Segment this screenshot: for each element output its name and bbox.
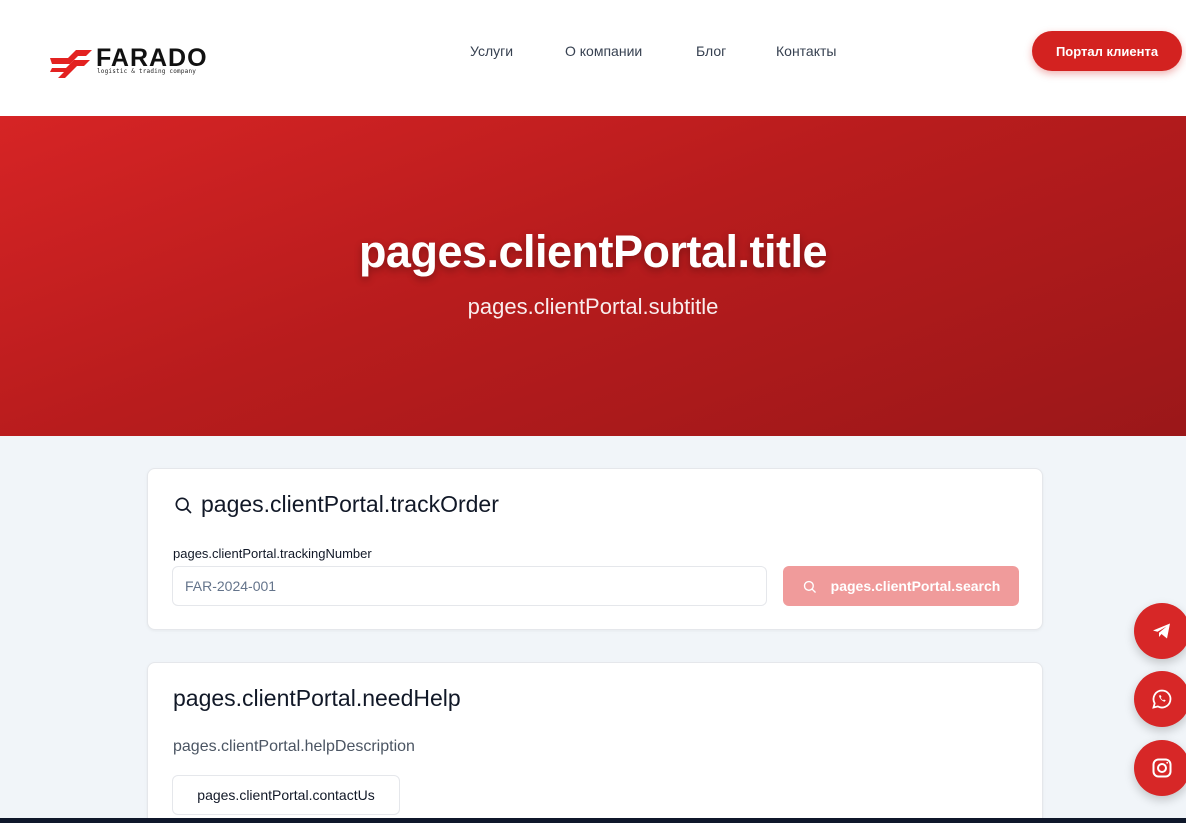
instagram-icon (1152, 758, 1172, 778)
track-order-card: pages.clientPortal.trackOrder pages.clie… (147, 468, 1043, 630)
telegram-button[interactable] (1134, 603, 1186, 659)
need-help-title: pages.clientPortal.needHelp (173, 685, 461, 711)
nav-item-blog[interactable]: Блог (696, 42, 726, 60)
track-order-heading: pages.clientPortal.trackOrder (173, 491, 499, 518)
contact-us-button[interactable]: pages.clientPortal.contactUs (172, 775, 400, 815)
farado-logo[interactable]: FARADO logistic & trading company (48, 44, 248, 84)
search-icon (175, 497, 192, 513)
page-title: pages.clientPortal.title (358, 226, 828, 277)
client-portal-button[interactable]: Портал клиента (1032, 31, 1182, 71)
track-order-title: pages.clientPortal.trackOrder (201, 491, 499, 517)
search-button[interactable]: pages.clientPortal.search (783, 566, 1019, 606)
logo-mark-icon (50, 50, 92, 78)
need-help-card: pages.clientPortal.needHelp pages.client… (147, 662, 1043, 823)
search-button-label: pages.clientPortal.search (830, 578, 1001, 594)
page-subtitle: pages.clientPortal.subtitle (467, 294, 719, 319)
hero-banner: pages.clientPortal.title pages.clientPor… (0, 116, 1186, 436)
tracking-number-input[interactable] (172, 566, 767, 606)
tracking-number-label: pages.clientPortal.trackingNumber (173, 546, 372, 561)
whatsapp-icon (1152, 689, 1172, 709)
nav-item-about[interactable]: О компании (565, 42, 642, 60)
help-description: pages.clientPortal.helpDescription (173, 738, 415, 755)
search-icon (803, 580, 816, 593)
telegram-icon (1153, 623, 1170, 639)
nav-item-contacts[interactable]: Контакты (776, 42, 836, 60)
brand-tagline: logistic & trading company (97, 68, 197, 75)
whatsapp-button[interactable] (1134, 671, 1186, 727)
site-header: FARADO logistic & trading company Услуги… (0, 0, 1186, 116)
instagram-button[interactable] (1134, 740, 1186, 796)
bottom-strip (0, 818, 1186, 823)
nav-item-services[interactable]: Услуги (470, 42, 513, 60)
